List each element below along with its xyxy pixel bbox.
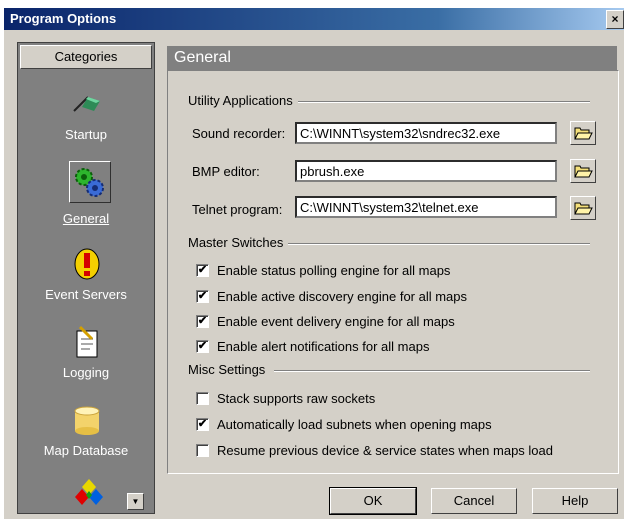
categories-sidebar: Categories Startup General Event Servers (17, 42, 155, 514)
category-event-servers[interactable]: Event Servers (18, 243, 154, 309)
category-logging[interactable]: Logging (18, 321, 154, 387)
title-bar: Program Options × (4, 8, 624, 30)
category-label-startup: Startup (65, 127, 107, 142)
window-title: Program Options (10, 11, 117, 26)
category-map-database[interactable]: Map Database (18, 399, 154, 465)
category-label-logging: Logging (62, 365, 110, 380)
help-button[interactable]: Help (532, 488, 618, 514)
category-label-event-servers: Event Servers (45, 287, 127, 302)
category-label-general: General (62, 211, 110, 226)
gears-icon (75, 168, 104, 197)
notepad-icon (76, 325, 98, 358)
scroll-down-button[interactable]: ▼ (127, 493, 144, 510)
general-panel (167, 70, 619, 474)
cancel-button[interactable]: Cancel (431, 488, 517, 514)
alert-icon (74, 248, 100, 280)
ok-button[interactable]: OK (329, 487, 417, 515)
database-icon (74, 406, 100, 435)
close-button[interactable]: × (606, 10, 624, 29)
panel-header: General (167, 46, 617, 70)
category-label-map-database: Map Database (43, 443, 129, 458)
startup-icon (73, 96, 100, 112)
panel-title: General (174, 49, 231, 66)
category-startup[interactable]: Startup (18, 83, 154, 149)
category-general[interactable]: General (18, 161, 154, 231)
categories-header[interactable]: Categories (20, 45, 152, 69)
shapes-icon (75, 479, 103, 505)
